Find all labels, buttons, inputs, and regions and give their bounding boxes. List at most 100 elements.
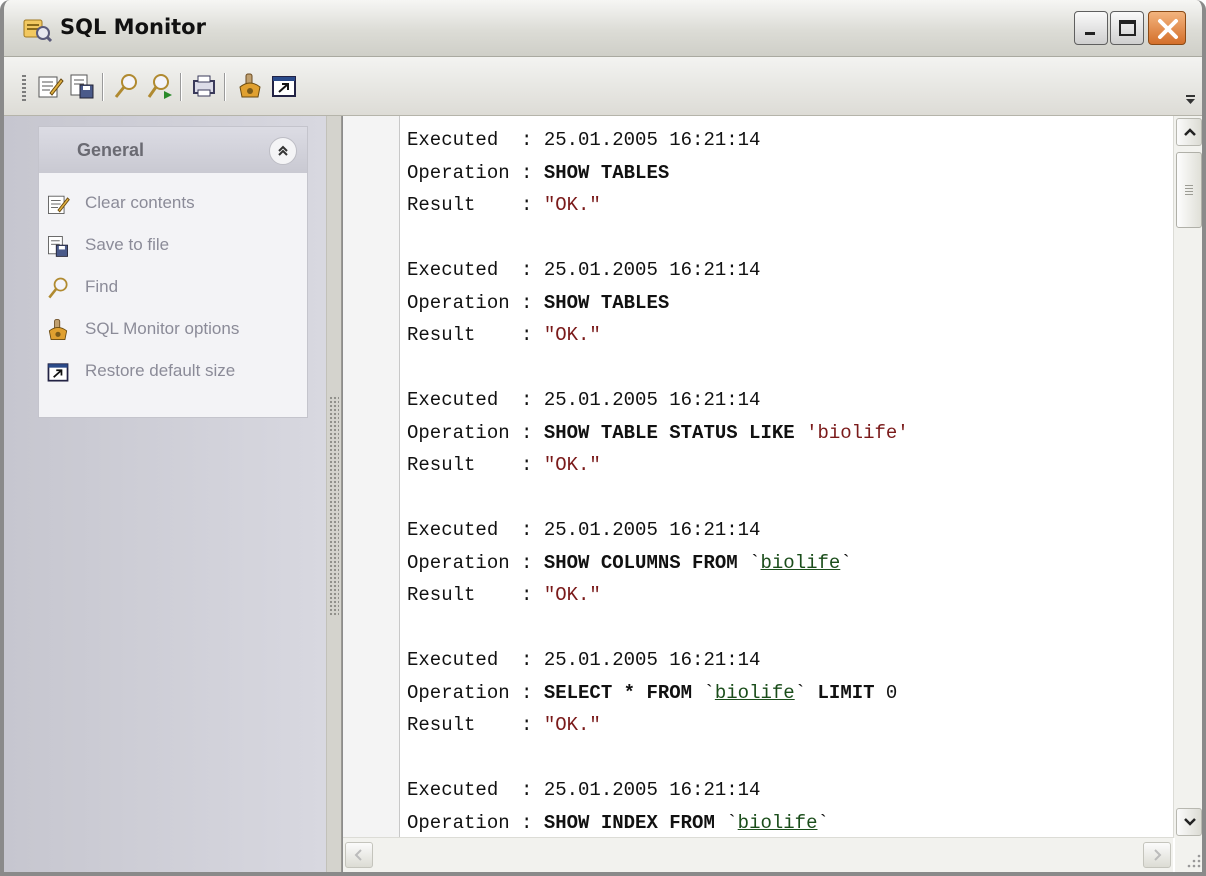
panel-title: General [77, 140, 145, 160]
result-value: "OK." [543, 584, 601, 606]
task-label: SQL Monitor options [85, 319, 240, 338]
splitter[interactable] [326, 116, 342, 872]
result-line: Result : "OK." [407, 449, 1167, 482]
chevron-right-icon [1154, 849, 1162, 861]
sql-monitor-options-icon[interactable] [236, 71, 264, 101]
result-value: "OK." [543, 324, 601, 346]
scroll-up-button[interactable] [1176, 118, 1202, 146]
sql-text: 0 [874, 681, 898, 704]
executed-label: Executed : [407, 649, 544, 671]
operation-label: Operation : [407, 291, 544, 314]
toolbar-separator [224, 73, 226, 101]
operation-line: Operation : SHOW COLUMNS FROM `biolife` [407, 547, 1167, 580]
chevron-left-icon [354, 849, 362, 861]
operation-label: Operation : [407, 421, 544, 444]
sql-text: ` [840, 551, 852, 574]
result-value: "OK." [543, 714, 601, 736]
executed-timestamp: 25.01.2005 16:21:14 [543, 129, 761, 151]
result-label: Result : [407, 454, 544, 476]
toolbar-grip[interactable] [22, 75, 26, 101]
minimize-icon [1085, 32, 1095, 35]
executed-line: Executed : 25.01.2005 16:21:14 [407, 254, 1167, 287]
operation-label: Operation : [407, 551, 544, 574]
sql-keyword: SHOW TABLES [543, 161, 670, 184]
result-line: Result : "OK." [407, 579, 1167, 612]
save-to-file-icon[interactable] [68, 71, 96, 101]
sql-monitor-app-icon [22, 16, 53, 43]
sql-identifier: biolife [760, 551, 841, 574]
result-line: Result : "OK." [407, 189, 1167, 222]
operation-label: Operation : [407, 681, 544, 704]
operation-line: Operation : SHOW TABLE STATUS LIKE 'biol… [407, 417, 1167, 450]
sql-text: ` [794, 681, 818, 704]
general-panel-header[interactable]: General [39, 127, 307, 173]
collapse-button[interactable] [269, 137, 297, 165]
print-icon[interactable] [190, 71, 218, 101]
toolbar-overflow-chevron-icon[interactable] [1184, 79, 1198, 109]
executed-label: Executed : [407, 519, 544, 541]
find-icon[interactable] [112, 71, 140, 101]
executed-timestamp: 25.01.2005 16:21:14 [543, 259, 761, 281]
resize-grip-icon [1187, 854, 1201, 868]
result-label: Result : [407, 584, 544, 606]
restore-default-size-icon [45, 359, 71, 385]
operation-line: Operation : SHOW INDEX FROM `biolife` [407, 807, 1167, 840]
task-label: Restore default size [85, 361, 236, 380]
sql-text: ` [692, 681, 715, 704]
sql-string: 'biolife' [806, 421, 909, 444]
task-label: Save to file [85, 235, 170, 254]
sql-text: ` [737, 551, 761, 574]
result-value: "OK." [543, 194, 601, 216]
operation-label: Operation : [407, 811, 544, 834]
executed-label: Executed : [407, 779, 544, 801]
result-label: Result : [407, 194, 544, 216]
scroll-thumb[interactable] [1176, 152, 1202, 228]
executed-label: Executed : [407, 129, 544, 151]
log-text[interactable]: Executed : 25.01.2005 16:21:14 Operation … [407, 124, 1167, 839]
executed-line: Executed : 25.01.2005 16:21:14 [407, 774, 1167, 807]
sql-keyword: LIMIT [817, 681, 875, 704]
toolbar-separator [102, 73, 104, 101]
thumb-grip [1185, 185, 1193, 195]
restore-default-size-icon[interactable] [270, 71, 298, 101]
vertical-scrollbar[interactable] [1173, 116, 1202, 838]
close-button[interactable] [1148, 11, 1186, 45]
horizontal-scrollbar[interactable] [343, 837, 1173, 872]
operation-line: Operation : SHOW TABLES [407, 287, 1167, 320]
scroll-down-button[interactable] [1176, 808, 1202, 836]
sql-keyword: SHOW COLUMNS FROM [543, 551, 738, 574]
task-label: Find [85, 277, 119, 296]
title-bar[interactable]: SQL Monitor [4, 0, 1202, 57]
sql-monitor-options-icon [45, 317, 71, 343]
result-label: Result : [407, 714, 544, 736]
toolbar-separator [180, 73, 182, 101]
scroll-right-button[interactable] [1143, 842, 1171, 868]
sql-identifier: biolife [737, 811, 818, 834]
executed-timestamp: 25.01.2005 16:21:14 [543, 649, 761, 671]
find-icon [45, 275, 71, 301]
resize-grip[interactable] [1175, 838, 1202, 872]
executed-line: Executed : 25.01.2005 16:21:14 [407, 644, 1167, 677]
executed-label: Executed : [407, 389, 544, 411]
chevron-up-icon [1184, 128, 1196, 136]
sql-identifier: biolife [714, 681, 795, 704]
result-line: Result : "OK." [407, 319, 1167, 352]
log-editor[interactable]: Executed : 25.01.2005 16:21:14 Operation … [342, 116, 1202, 872]
maximize-button[interactable] [1110, 11, 1144, 45]
splitter-grip [329, 396, 339, 616]
minimize-button[interactable] [1074, 11, 1108, 45]
executed-timestamp: 25.01.2005 16:21:14 [543, 519, 761, 541]
result-label: Result : [407, 324, 544, 346]
scroll-left-button[interactable] [345, 842, 373, 868]
clear-contents-icon[interactable] [36, 71, 64, 101]
maximize-icon [1119, 20, 1136, 36]
find-next-icon[interactable] [146, 71, 174, 101]
executed-line: Executed : 25.01.2005 16:21:14 [407, 384, 1167, 417]
sql-keyword: SELECT * FROM [543, 681, 693, 704]
